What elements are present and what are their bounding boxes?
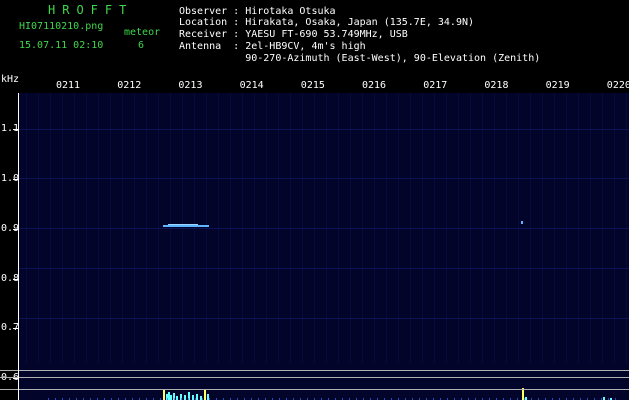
spectrogram-canvas — [18, 93, 629, 400]
reference-line-middle — [0, 377, 629, 378]
x-tick-label: 0212 — [117, 80, 142, 91]
meteor-echo-small — [521, 221, 523, 224]
antenna-line: Antenna : 2el-HB9CV, 4m's high — [179, 41, 366, 52]
app-title: HROFFT — [48, 3, 134, 17]
location-line: Location : Hirakata, Osaka, Japan (135.7… — [179, 17, 475, 28]
antenna-orientation-line: 90-270-Azimuth (East-West), 90-Elevation… — [179, 53, 541, 64]
signal-spike — [163, 390, 165, 400]
meteor-label: meteor — [124, 27, 161, 38]
reference-line-top — [0, 370, 629, 371]
signal-spike — [184, 395, 186, 400]
signal-spike — [168, 392, 170, 400]
x-tick-label: 0216 — [362, 80, 387, 91]
meteor-echo — [163, 225, 209, 227]
reference-line-bottom — [0, 389, 629, 390]
spectrogram-plot — [18, 93, 629, 400]
signal-spike — [196, 394, 198, 400]
signal-spike — [204, 390, 206, 400]
noise-band — [18, 228, 629, 229]
x-tick-label: 0214 — [239, 80, 264, 91]
noise-band — [18, 178, 629, 179]
meteor-echo-core — [168, 224, 198, 225]
meteor-count: 6 — [138, 40, 145, 51]
signal-spike — [170, 395, 172, 400]
filename: HI07110210.png — [19, 21, 104, 32]
x-tick-label: 0211 — [56, 80, 81, 91]
receiver-line: Receiver : YAESU FT-690 53.749MHz, USB — [179, 29, 408, 40]
noise-band — [18, 129, 629, 130]
datetime: 15.07.11 02:10 — [19, 40, 104, 51]
x-tick-label: 0218 — [484, 80, 509, 91]
noise-band — [18, 268, 629, 269]
signal-spike — [176, 396, 178, 400]
x-tick-label: 0220 — [606, 80, 629, 91]
x-tick-label: 0213 — [178, 80, 203, 91]
hrofft-window: HROFFT HI07110210.png 15.07.11 02:10 met… — [0, 0, 629, 400]
x-tick-label: 0219 — [545, 80, 570, 91]
noise-band — [18, 318, 629, 319]
plot-left-border — [18, 93, 19, 400]
signal-spike — [207, 394, 209, 400]
x-tick-label: 0217 — [423, 80, 448, 91]
y-axis-unit: kHz — [1, 74, 20, 85]
signal-spike — [192, 395, 194, 400]
x-tick-label: 0215 — [300, 80, 325, 91]
signal-spike — [200, 396, 202, 400]
